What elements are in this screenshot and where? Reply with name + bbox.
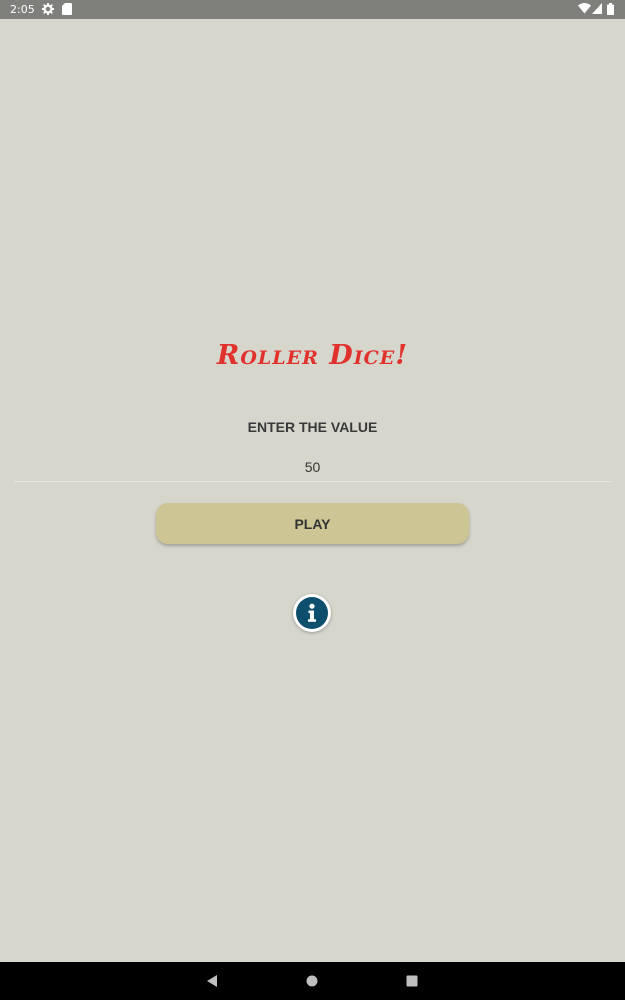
play-button[interactable]: PLAY xyxy=(156,503,469,544)
battery-icon xyxy=(607,3,614,15)
app-title: Roller Dice! xyxy=(216,340,409,371)
cell-signal-icon xyxy=(592,3,602,14)
info-icon xyxy=(296,597,328,629)
status-bar: 2:05 xyxy=(0,0,625,19)
recents-icon[interactable] xyxy=(403,972,421,990)
sd-card-icon xyxy=(62,3,72,15)
home-icon[interactable] xyxy=(303,972,321,990)
status-time: 2:05 xyxy=(10,3,35,16)
wifi-icon xyxy=(578,3,591,14)
value-input[interactable] xyxy=(14,453,611,482)
app-screen: Roller Dice! ENTER THE VALUE PLAY xyxy=(0,19,625,962)
info-button[interactable] xyxy=(293,594,331,632)
navigation-bar xyxy=(0,962,625,1000)
back-icon[interactable] xyxy=(203,972,221,990)
gear-icon xyxy=(42,3,54,15)
input-label: ENTER THE VALUE xyxy=(247,419,378,435)
